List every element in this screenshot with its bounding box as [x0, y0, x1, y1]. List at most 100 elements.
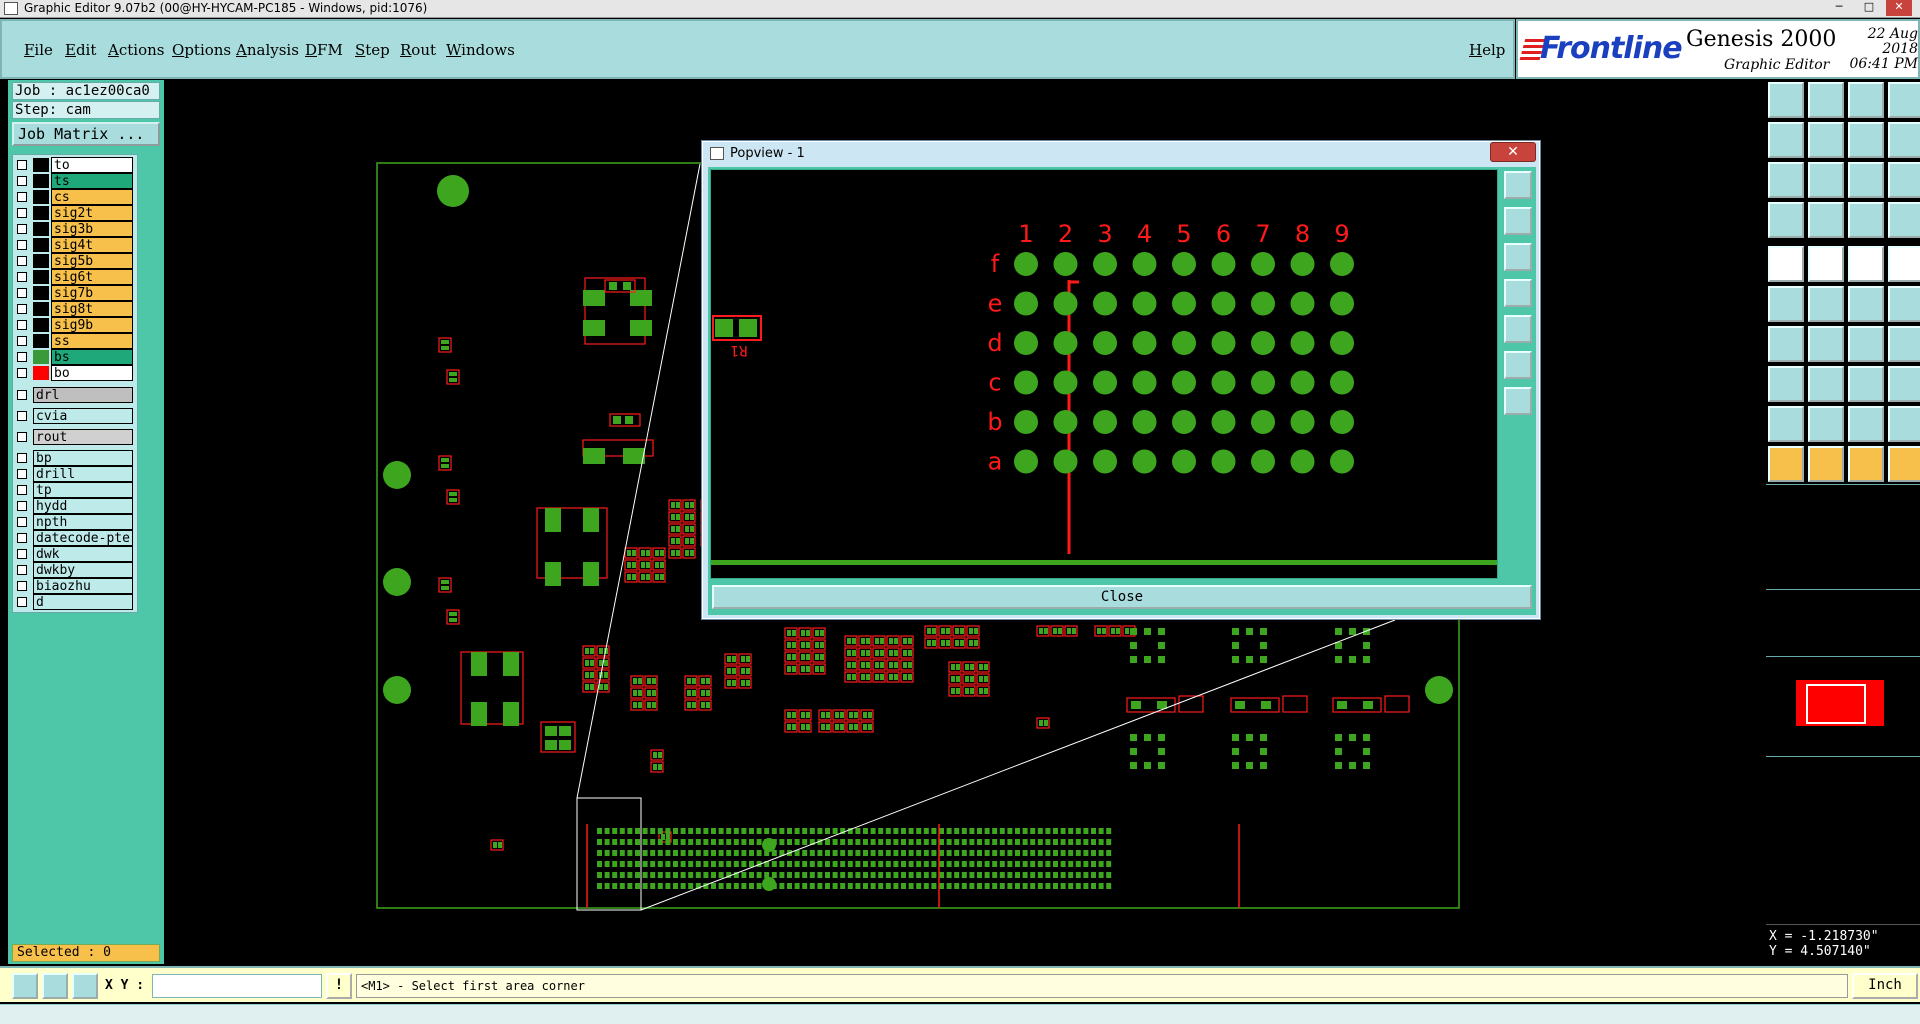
tool-button-icon[interactable] [1888, 202, 1920, 238]
xy-input[interactable] [152, 974, 322, 998]
layer-row-sig6t[interactable]: sig6t [13, 269, 139, 285]
tool-button-icon[interactable] [1848, 122, 1884, 158]
tool-button-icon[interactable] [1768, 82, 1804, 118]
layer-row-dwkby[interactable]: dwkby [13, 562, 139, 578]
tool-button-icon[interactable] [1888, 446, 1920, 482]
popview-zoom-out-icon[interactable] [1504, 243, 1532, 271]
tool-button-icon[interactable] [1808, 286, 1844, 322]
layer-row-ss[interactable]: ss [13, 333, 139, 349]
layer-row-ts[interactable]: ts [13, 173, 139, 189]
layer-checkbox[interactable] [17, 517, 27, 527]
layer-row-cs[interactable]: cs [13, 189, 139, 205]
layer-checkbox[interactable] [17, 501, 27, 511]
menu-help[interactable]: Help [1469, 41, 1505, 59]
tool-button-icon[interactable] [1768, 366, 1804, 402]
layer-name[interactable]: ts [51, 173, 133, 189]
layer-checkbox[interactable] [17, 597, 27, 607]
job-matrix-button[interactable]: Job Matrix ... [12, 122, 160, 146]
layer-name[interactable]: sig9b [51, 317, 133, 333]
menu-edit[interactable]: Edit [65, 41, 96, 59]
grid-icon[interactable] [72, 973, 98, 999]
layer-checkbox[interactable] [17, 320, 27, 330]
menu-actions[interactable]: Actions [108, 41, 164, 59]
tool-button-icon[interactable] [1848, 366, 1884, 402]
popview-close-button[interactable]: Close [712, 585, 1532, 609]
menu-windows[interactable]: Windows [446, 41, 515, 59]
layer-name[interactable]: bs [51, 349, 133, 365]
layer-checkbox[interactable] [17, 533, 27, 543]
layer-checkbox[interactable] [17, 272, 27, 282]
tool-button-icon[interactable] [1888, 366, 1920, 402]
layer-name[interactable]: cvia [33, 408, 133, 424]
layer-name[interactable]: dwkby [33, 562, 133, 578]
layer-row-cvia[interactable]: cvia [13, 408, 139, 424]
layer-row-sig7b[interactable]: sig7b [13, 285, 139, 301]
popview-center-icon[interactable] [1504, 387, 1532, 415]
layer-name[interactable]: drl [33, 387, 133, 403]
layer-checkbox[interactable] [17, 549, 27, 559]
layer-row-biaozhu[interactable]: biaozhu [13, 578, 139, 594]
layer-color-swatch[interactable] [33, 366, 49, 380]
menu-file[interactable]: File [24, 41, 53, 59]
snap-mode-icon[interactable] [12, 973, 38, 999]
layer-row-datecode-pte[interactable]: datecode-pte [13, 530, 139, 546]
layer-color-swatch[interactable] [33, 350, 49, 364]
layer-color-swatch[interactable] [33, 238, 49, 252]
layer-checkbox[interactable] [17, 192, 27, 202]
layer-checkbox[interactable] [17, 336, 27, 346]
maximize-icon[interactable]: □ [1856, 0, 1882, 16]
layer-checkbox[interactable] [17, 208, 27, 218]
tool-button-icon[interactable] [1888, 326, 1920, 362]
tool-button-icon[interactable] [1768, 202, 1804, 238]
layer-color-swatch[interactable] [33, 286, 49, 300]
layer-row-rout[interactable]: rout [13, 429, 139, 445]
layer-row-bs[interactable]: bs [13, 349, 139, 365]
layer-name[interactable]: sig3b [51, 221, 133, 237]
layer-row-sig4t[interactable]: sig4t [13, 237, 139, 253]
layer-checkbox[interactable] [17, 288, 27, 298]
layer-name[interactable]: sig4t [51, 237, 133, 253]
tool-button-icon[interactable] [1848, 446, 1884, 482]
tool-button-icon[interactable] [1848, 82, 1884, 118]
layer-name[interactable]: sig8t [51, 301, 133, 317]
layer-checkbox[interactable] [17, 469, 27, 479]
layer-name[interactable]: rout [33, 429, 133, 445]
tool-button-icon[interactable] [1888, 82, 1920, 118]
layer-color-swatch[interactable] [33, 254, 49, 268]
layer-name[interactable]: sig6t [51, 269, 133, 285]
popview-canvas[interactable]: R1 123456789 fedcba [710, 169, 1498, 579]
tool-button-icon[interactable] [1888, 162, 1920, 198]
layer-row-sig8t[interactable]: sig8t [13, 301, 139, 317]
layer-color-swatch[interactable] [33, 222, 49, 236]
layer-name[interactable]: cs [51, 189, 133, 205]
close-icon[interactable]: ✕ [1886, 0, 1912, 16]
layer-color-swatch[interactable] [33, 158, 49, 172]
tool-button-icon[interactable] [1848, 246, 1884, 282]
popview-pan-right-icon[interactable] [1504, 315, 1532, 343]
overview-viewport[interactable] [1806, 684, 1866, 724]
tool-button-icon[interactable] [1848, 162, 1884, 198]
layer-name[interactable]: d [33, 594, 133, 610]
layer-checkbox[interactable] [17, 352, 27, 362]
tool-button-icon[interactable] [1808, 366, 1844, 402]
layer-checkbox[interactable] [17, 224, 27, 234]
layer-checkbox[interactable] [17, 256, 27, 266]
tool-button-icon[interactable] [1768, 406, 1804, 442]
layer-row-to[interactable]: to [13, 157, 139, 173]
layer-name[interactable]: datecode-pte [33, 530, 133, 546]
layer-color-swatch[interactable] [33, 174, 49, 188]
layer-name[interactable]: bp [33, 450, 133, 466]
tool-button-icon[interactable] [1888, 406, 1920, 442]
layer-row-dwk[interactable]: dwk [13, 546, 139, 562]
tool-button-icon[interactable] [1768, 446, 1804, 482]
layer-checkbox[interactable] [17, 411, 27, 421]
menu-dfm[interactable]: DFM [305, 41, 343, 59]
units-selector[interactable]: Inch [1852, 973, 1918, 999]
layer-row-d[interactable]: d [13, 594, 139, 610]
layer-checkbox[interactable] [17, 581, 27, 591]
layer-name[interactable]: tp [33, 482, 133, 498]
layer-row-sig5b[interactable]: sig5b [13, 253, 139, 269]
tool-button-icon[interactable] [1888, 122, 1920, 158]
layer-checkbox[interactable] [17, 390, 27, 400]
popview-zoom-in-icon[interactable] [1504, 207, 1532, 235]
